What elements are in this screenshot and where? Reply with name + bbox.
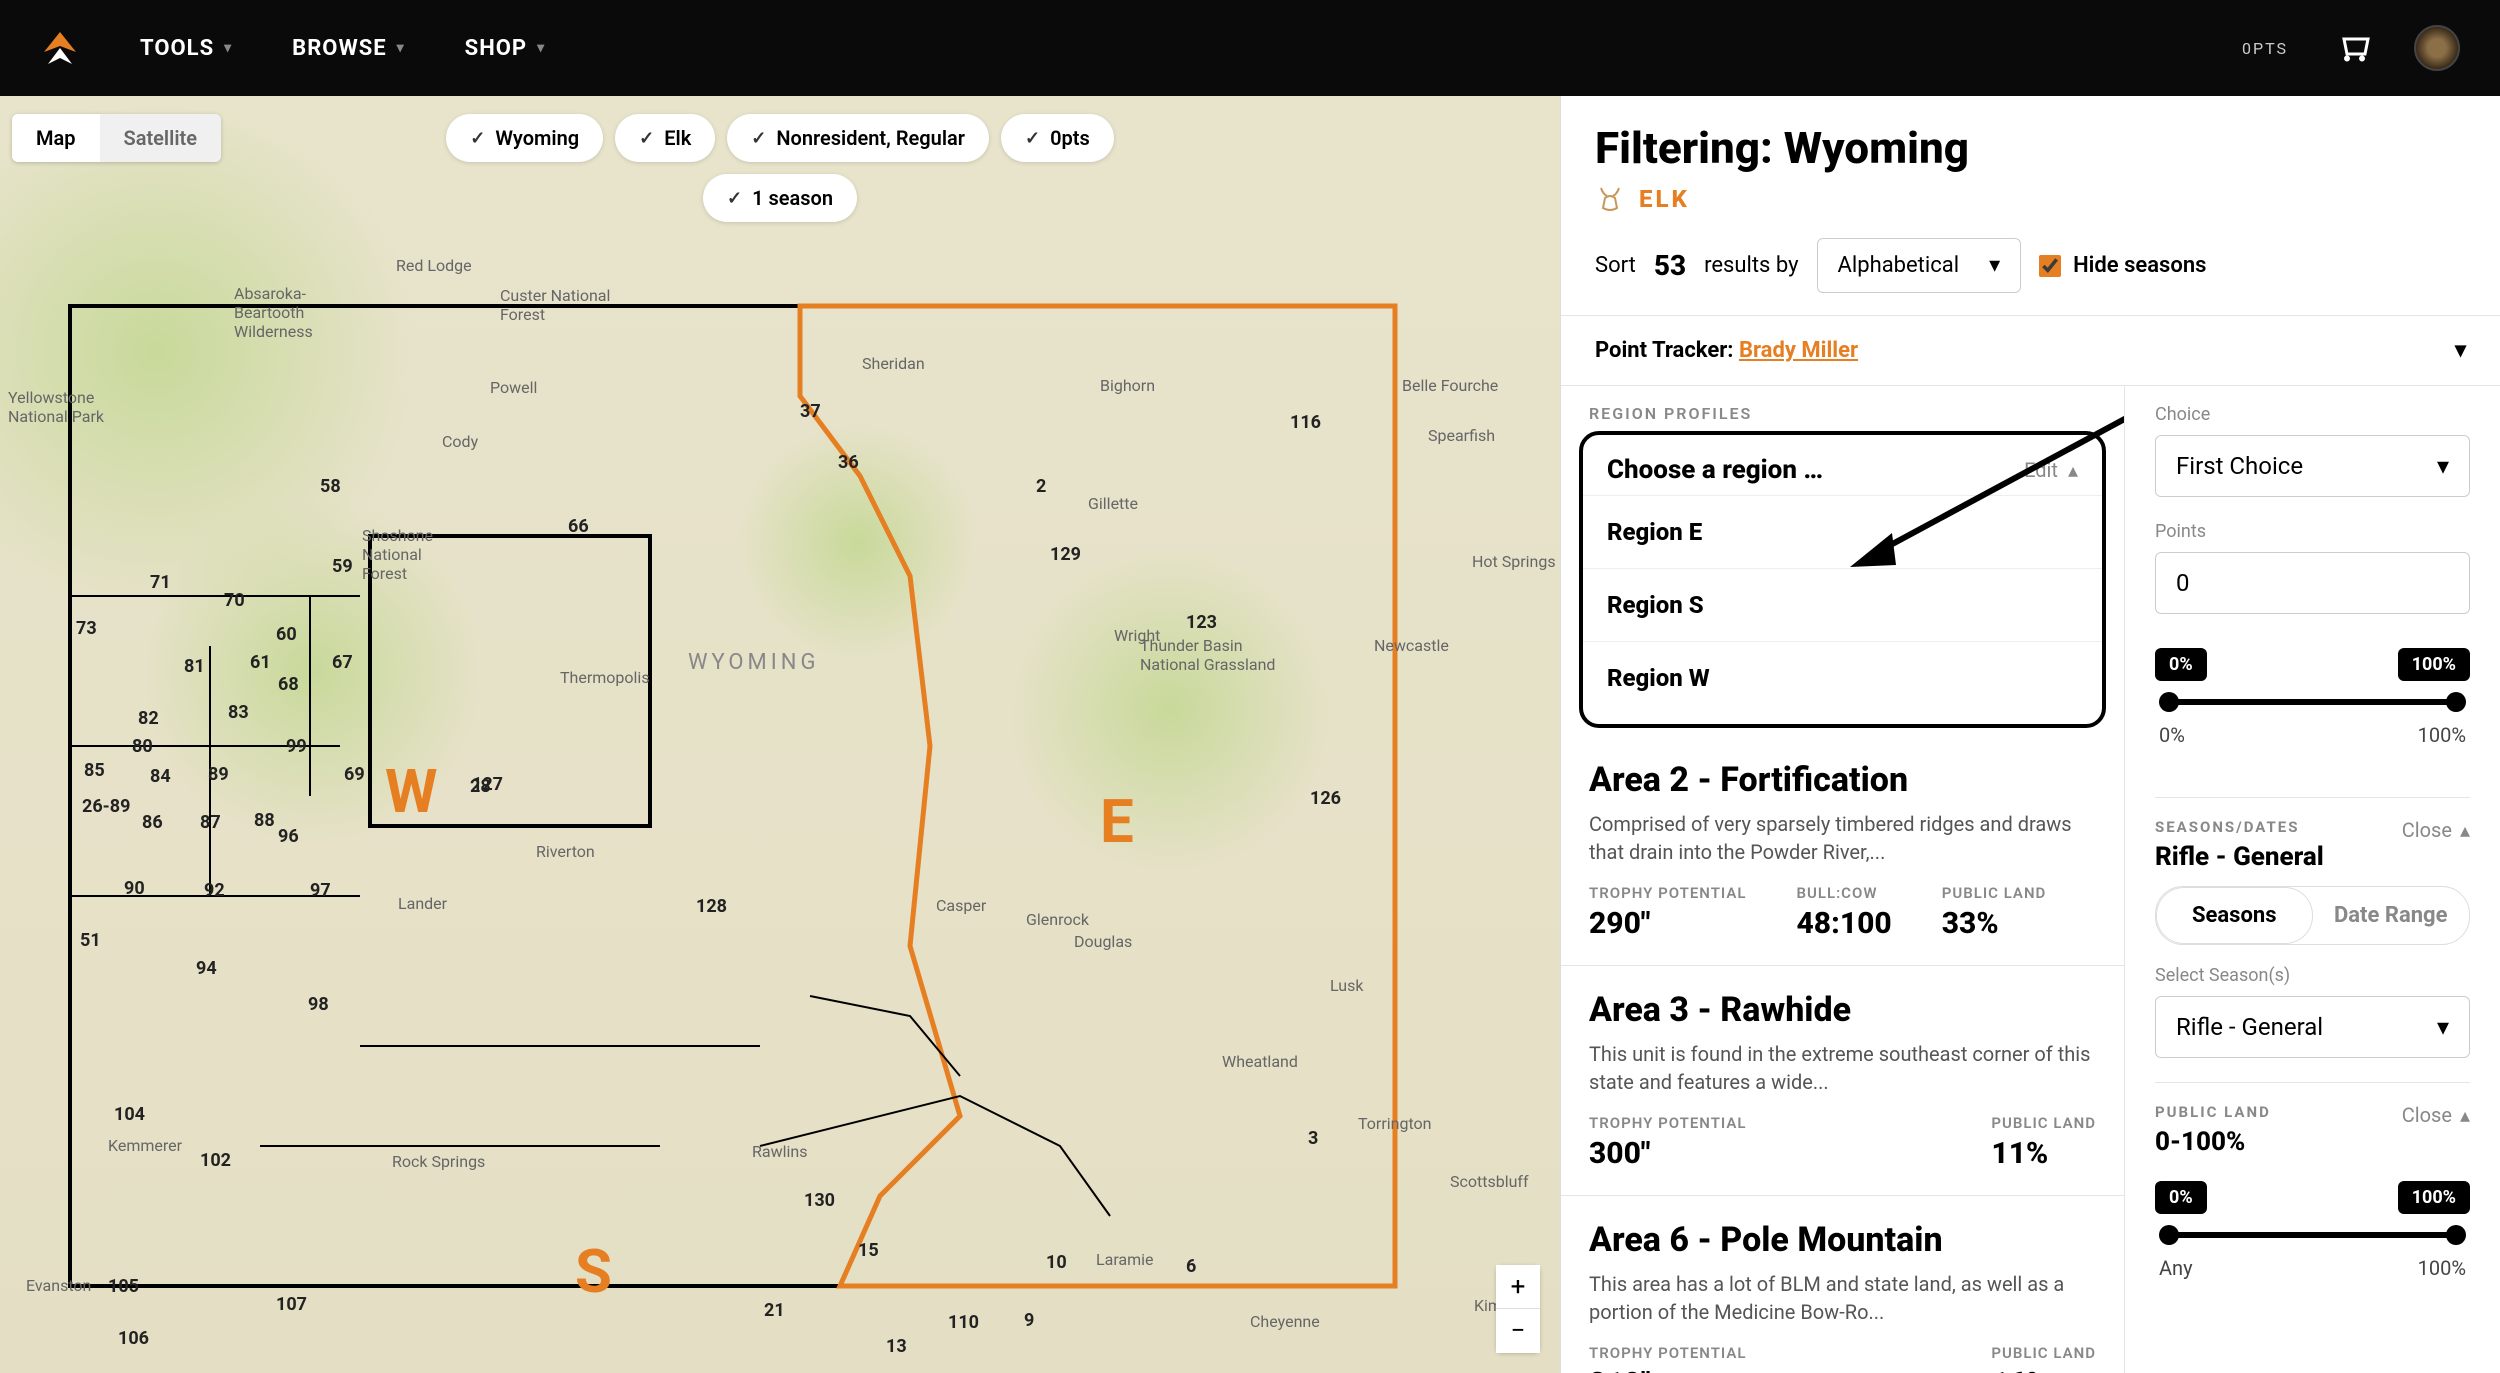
chip-points[interactable]: ✓0pts xyxy=(1001,114,1114,162)
chevron-down-icon: ▾ xyxy=(2455,338,2466,363)
satellite-view-button[interactable]: Satellite xyxy=(100,114,222,162)
area-desc: This unit is found in the extreme southe… xyxy=(1589,1040,2096,1096)
region-dropdown-title: Choose a region … xyxy=(1607,455,1823,485)
brand-logo[interactable] xyxy=(40,28,80,68)
close-public-button[interactable]: Close▴ xyxy=(2402,1103,2470,1127)
seasons-segment: Seasons Date Range xyxy=(2155,886,2470,945)
season-select[interactable]: Rifle - General▾ xyxy=(2155,996,2470,1058)
nav-tools[interactable]: TOOLS▾ xyxy=(140,36,232,61)
hide-seasons-checkbox[interactable]: Hide seasons xyxy=(2039,253,2206,278)
region-dropdown: Choose a region … Edit ▴ Region E Region… xyxy=(1579,431,2106,728)
check-icon: ✓ xyxy=(639,128,654,149)
tracker-user-link[interactable]: Brady Miller xyxy=(1739,338,1858,363)
nav-browse[interactable]: BROWSE▾ xyxy=(292,36,405,61)
region-option-s[interactable]: Region S xyxy=(1583,568,2102,641)
zoom-out-button[interactable]: − xyxy=(1496,1309,1540,1353)
chevron-down-icon: ▾ xyxy=(397,40,405,56)
area-title: Area 2 - Fortification xyxy=(1589,760,2096,800)
avatar[interactable] xyxy=(2414,25,2460,71)
chevron-down-icon: ▾ xyxy=(224,40,232,56)
area-desc: Comprised of very sparsely timbered ridg… xyxy=(1589,810,2096,866)
points-label: Points xyxy=(2155,521,2470,542)
region-option-e[interactable]: Region E xyxy=(1583,495,2102,568)
region-profiles-label: REGION PROFILES xyxy=(1561,386,2124,423)
chip-species[interactable]: ✓Elk xyxy=(615,114,715,162)
chip-seasons[interactable]: ✓1 season xyxy=(703,174,857,222)
map[interactable]: Map Satellite ✓Wyoming ✓Elk ✓Nonresident… xyxy=(0,96,1560,1373)
points-display[interactable]: 0PTS xyxy=(2242,39,2288,58)
area-title: Area 6 - Pole Mountain xyxy=(1589,1220,2096,1260)
chevron-down-icon: ▾ xyxy=(537,40,545,56)
chevron-down-icon: ▾ xyxy=(1989,253,2000,278)
choice-label: Choice xyxy=(2155,404,2470,425)
cart-icon[interactable] xyxy=(2338,30,2374,66)
check-icon: ✓ xyxy=(727,188,742,209)
chevron-down-icon: ▾ xyxy=(2437,1013,2449,1041)
public-land-slider[interactable]: 0% 100% Any100% xyxy=(2155,1171,2470,1310)
point-tracker-row[interactable]: Point Tracker: Brady Miller ▾ xyxy=(1561,315,2500,386)
result-count: 53 xyxy=(1654,249,1686,282)
chevron-up-icon: ▴ xyxy=(2460,1103,2470,1127)
region-edit-button[interactable]: Edit ▴ xyxy=(2024,458,2078,482)
species-label: ELK xyxy=(1639,185,1690,213)
seg-seasons-button[interactable]: Seasons xyxy=(2156,887,2313,944)
choice-select[interactable]: First Choice▾ xyxy=(2155,435,2470,497)
odds-slider[interactable]: 0% 100% 0%100% xyxy=(2155,638,2470,777)
close-seasons-button[interactable]: Close▴ xyxy=(2402,818,2470,842)
chevron-up-icon: ▴ xyxy=(2460,818,2470,842)
map-view-button[interactable]: Map xyxy=(12,114,100,162)
region-option-w[interactable]: Region W xyxy=(1583,641,2102,714)
points-input[interactable] xyxy=(2155,552,2470,614)
area-card[interactable]: Area 3 - Rawhide This unit is found in t… xyxy=(1561,966,2124,1196)
area-card[interactable]: Area 6 - Pole Mountain This area has a l… xyxy=(1561,1196,2124,1373)
area-card[interactable]: Area 2 - Fortification Comprised of very… xyxy=(1561,736,2124,966)
area-desc: This area has a lot of BLM and state lan… xyxy=(1589,1270,2096,1326)
check-icon: ✓ xyxy=(470,128,485,149)
nav-shop[interactable]: SHOP▾ xyxy=(465,36,545,61)
elk-icon xyxy=(1595,184,1625,214)
page-title: Filtering: Wyoming xyxy=(1595,122,2466,174)
chip-state[interactable]: ✓Wyoming xyxy=(446,114,603,162)
chevron-down-icon: ▾ xyxy=(2437,452,2449,480)
map-type-toggle: Map Satellite xyxy=(12,114,221,162)
chip-residency[interactable]: ✓Nonresident, Regular xyxy=(727,114,989,162)
chevron-up-icon: ▴ xyxy=(2068,458,2078,482)
zoom-in-button[interactable]: + xyxy=(1496,1265,1540,1309)
check-icon: ✓ xyxy=(1025,128,1040,149)
seg-daterange-button[interactable]: Date Range xyxy=(2313,887,2470,944)
check-icon: ✓ xyxy=(751,128,766,149)
sort-select[interactable]: Alphabetical ▾ xyxy=(1817,238,2022,293)
area-title: Area 3 - Rawhide xyxy=(1589,990,2096,1030)
